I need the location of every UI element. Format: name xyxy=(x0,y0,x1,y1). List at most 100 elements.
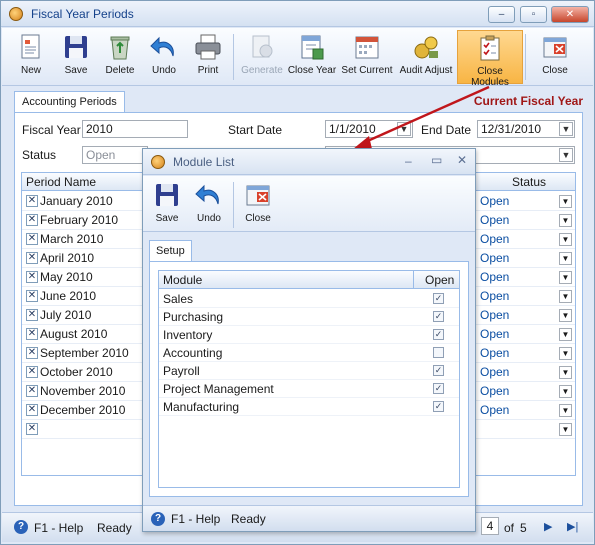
dialog-status-text: Ready xyxy=(231,512,266,526)
row-select-icon[interactable]: ✕ xyxy=(26,271,38,283)
period-name: October 2010 xyxy=(40,365,113,379)
tab-setup[interactable]: Setup xyxy=(149,240,192,262)
row-select-icon[interactable]: ✕ xyxy=(26,366,38,378)
chevron-down-icon[interactable]: ▼ xyxy=(559,214,572,227)
period-status[interactable]: Open xyxy=(480,403,509,417)
period-status[interactable]: Open xyxy=(480,384,509,398)
chevron-down-icon[interactable]: ▼ xyxy=(559,309,572,322)
dialog-help-text[interactable]: F1 - Help xyxy=(171,512,220,526)
dialog-maximize-button[interactable]: ▭ xyxy=(431,153,442,167)
period-status[interactable]: Open xyxy=(480,213,509,227)
chevron-down-icon[interactable]: ▼ xyxy=(559,347,572,360)
dialog-close-icon[interactable]: ✕ xyxy=(457,153,467,167)
open-checkbox[interactable]: ✓ xyxy=(433,383,444,394)
open-checkbox[interactable]: ✓ xyxy=(433,329,444,340)
chevron-down-icon[interactable]: ▼ xyxy=(559,122,573,136)
row-select-icon[interactable]: ✕ xyxy=(26,290,38,302)
close-modules-button[interactable]: Close Modules xyxy=(457,30,523,88)
col-status[interactable]: Status xyxy=(512,175,546,189)
row-select-icon[interactable]: ✕ xyxy=(26,347,38,359)
print-label: Print xyxy=(197,65,219,76)
chevron-down-icon[interactable]: ▼ xyxy=(559,328,572,341)
dialog-save-button[interactable]: Save xyxy=(149,178,185,232)
chevron-down-icon[interactable]: ▼ xyxy=(559,271,572,284)
module-name: Project Management xyxy=(163,382,274,396)
delete-button[interactable]: Delete xyxy=(98,30,142,84)
open-checkbox[interactable]: ✓ xyxy=(433,293,444,304)
row-select-icon[interactable]: ✕ xyxy=(26,233,38,245)
close-button[interactable]: Close xyxy=(532,30,578,84)
page-number-input[interactable]: 4 xyxy=(481,517,499,535)
row-select-icon[interactable]: ✕ xyxy=(26,214,38,226)
row-select-icon[interactable]: ✕ xyxy=(26,252,38,264)
period-status[interactable]: Open xyxy=(480,232,509,246)
row-select-icon[interactable]: ✕ xyxy=(26,309,38,321)
status-field[interactable]: Open xyxy=(82,146,148,164)
audit-adjust-button[interactable]: Audit Adjust xyxy=(397,30,455,84)
minimize-button[interactable]: – xyxy=(488,6,515,23)
col-period-name[interactable]: Period Name xyxy=(26,175,96,189)
window-titlebar[interactable]: Fiscal Year Periods – ▫ ✕ xyxy=(1,1,594,27)
save-button[interactable]: Save xyxy=(54,30,98,84)
module-name: Payroll xyxy=(163,364,200,378)
close-window-button[interactable]: ✕ xyxy=(551,6,589,23)
row-select-icon[interactable]: ✕ xyxy=(26,195,38,207)
chevron-down-icon[interactable]: ▼ xyxy=(559,148,573,162)
dialog-close-button[interactable]: Close xyxy=(240,178,276,232)
set-current-button[interactable]: Set Current xyxy=(339,30,395,84)
dialog-app-icon xyxy=(151,155,165,169)
period-status[interactable]: Open xyxy=(480,327,509,341)
list-item: Payroll ✓ xyxy=(159,362,459,380)
open-checkbox[interactable] xyxy=(433,347,444,358)
generate-label: Generate xyxy=(241,65,283,76)
generate-button[interactable]: Generate xyxy=(238,30,286,84)
fiscal-year-periods-window: Fiscal Year Periods – ▫ ✕ New Save Delet… xyxy=(0,0,595,545)
col-open[interactable]: Open xyxy=(425,273,454,287)
new-document-icon xyxy=(21,34,40,59)
chevron-down-icon[interactable]: ▼ xyxy=(559,195,572,208)
chevron-down-icon[interactable]: ▼ xyxy=(559,290,572,303)
col-module[interactable]: Module xyxy=(163,273,202,287)
new-button[interactable]: New xyxy=(8,30,54,84)
open-checkbox[interactable]: ✓ xyxy=(433,365,444,376)
row-select-icon[interactable]: ✕ xyxy=(26,404,38,416)
dialog-status-bar: ? F1 - Help Ready xyxy=(143,505,475,531)
chevron-down-icon[interactable]: ▼ xyxy=(559,233,572,246)
open-checkbox[interactable]: ✓ xyxy=(433,311,444,322)
close-year-icon xyxy=(301,35,324,60)
dialog-undo-button[interactable]: Undo xyxy=(191,178,227,232)
period-status[interactable]: Open xyxy=(480,194,509,208)
row-select-icon[interactable]: ✕ xyxy=(26,423,38,435)
chevron-down-icon[interactable]: ▼ xyxy=(559,423,572,436)
period-status[interactable]: Open xyxy=(480,346,509,360)
undo-button[interactable]: Undo xyxy=(142,30,186,84)
fiscal-year-field[interactable]: 2010 xyxy=(82,120,188,138)
floppy-disk-icon xyxy=(65,36,87,58)
period-status[interactable]: Open xyxy=(480,251,509,265)
open-checkbox[interactable]: ✓ xyxy=(433,401,444,412)
period-status[interactable]: Open xyxy=(480,270,509,284)
close-year-button[interactable]: Close Year xyxy=(287,30,337,84)
chevron-down-icon[interactable]: ▼ xyxy=(559,252,572,265)
last-page-icon[interactable]: ▶| xyxy=(567,520,578,533)
print-button[interactable]: Print xyxy=(186,30,230,84)
period-status[interactable]: Open xyxy=(480,365,509,379)
row-select-icon[interactable]: ✕ xyxy=(26,385,38,397)
chevron-down-icon[interactable]: ▼ xyxy=(559,385,572,398)
chevron-down-icon[interactable]: ▼ xyxy=(559,404,572,417)
list-item: Manufacturing ✓ xyxy=(159,398,459,416)
row-select-icon[interactable]: ✕ xyxy=(26,328,38,340)
module-name: Purchasing xyxy=(163,310,224,324)
dialog-minimize-button[interactable]: – xyxy=(405,154,412,168)
chevron-down-icon[interactable]: ▼ xyxy=(559,366,572,379)
help-text[interactable]: F1 - Help xyxy=(34,521,83,535)
close-year-label: Close Year xyxy=(287,65,337,76)
next-page-icon[interactable]: ▶ xyxy=(544,520,552,533)
setup-panel: Module Open Sales ✓ Purchasing ✓ Inventory ✓ A… xyxy=(149,261,469,497)
period-status[interactable]: Open xyxy=(480,308,509,322)
module-name: Inventory xyxy=(163,328,213,342)
tab-accounting-periods[interactable]: Accounting Periods xyxy=(14,91,125,113)
maximize-button[interactable]: ▫ xyxy=(520,6,547,23)
period-status[interactable]: Open xyxy=(480,289,509,303)
dialog-titlebar[interactable]: Module List – ▭ ✕ xyxy=(143,149,475,175)
